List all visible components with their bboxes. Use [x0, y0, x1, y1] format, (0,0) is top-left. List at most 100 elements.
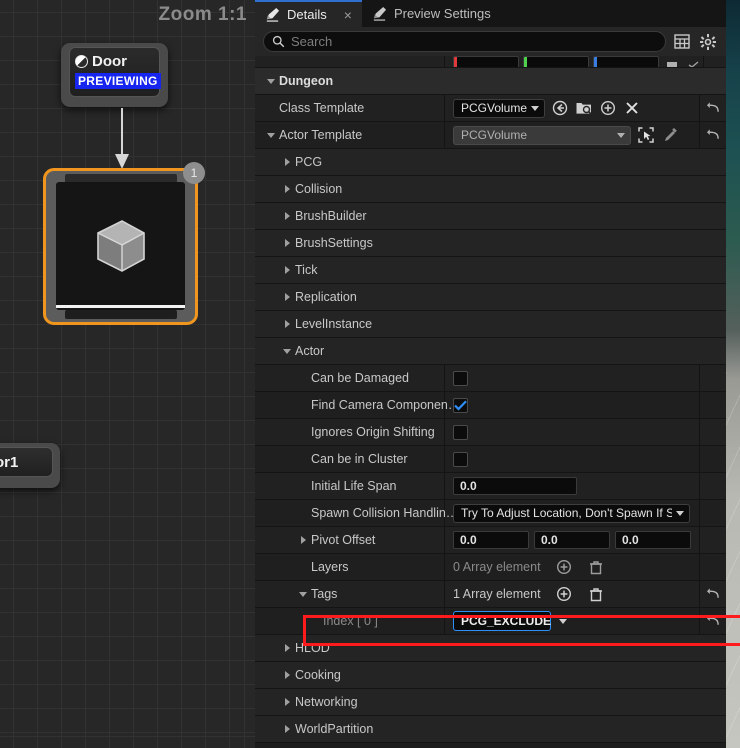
row-hlod[interactable]: HLOD	[255, 635, 726, 662]
row-tag-index-0[interactable]: Index [ 0 ] PCG_EXCLUDE	[255, 608, 726, 635]
chevron-down-icon[interactable]	[263, 132, 279, 138]
table-row-partial-vector[interactable]	[255, 56, 726, 68]
row-spawn-collision-handling[interactable]: Spawn Collision Handlin… Try To Adjust L…	[255, 500, 726, 527]
row-cooking[interactable]: Cooking	[255, 662, 726, 689]
pick-actor-icon[interactable]	[637, 126, 655, 144]
details-search-row: Search	[255, 27, 726, 56]
category-dungeon[interactable]: Dungeon	[255, 68, 726, 95]
tab-details[interactable]: Details ×	[255, 0, 362, 27]
eyedropper-icon[interactable]	[661, 126, 679, 144]
level-viewport-sliver[interactable]	[726, 0, 740, 748]
pivot-offset-z-input[interactable]: 0.0	[615, 531, 691, 549]
row-networking[interactable]: Networking	[255, 689, 726, 716]
find-camera-component-checkbox[interactable]	[453, 397, 468, 413]
browse-back-icon[interactable]	[551, 99, 569, 117]
add-icon[interactable]	[555, 558, 573, 576]
spawn-collision-handling-dropdown[interactable]: Try To Adjust Location, Don't Spawn If S…	[453, 503, 690, 523]
chevron-right-icon[interactable]	[279, 239, 295, 247]
graph-node-selected[interactable]: 1	[43, 162, 205, 325]
row-label: Class Template	[279, 101, 365, 115]
reset-to-default-button[interactable]	[699, 581, 726, 607]
previewing-badge: PREVIEWING	[75, 73, 161, 89]
chevron-right-icon[interactable]	[279, 293, 295, 301]
delete-trash-icon[interactable]	[587, 558, 605, 576]
initial-life-span-input[interactable]: 0.0	[453, 477, 577, 495]
chevron-right-icon[interactable]	[279, 185, 295, 193]
chevron-right-icon[interactable]	[279, 158, 295, 166]
chevron-right-icon[interactable]	[279, 266, 295, 274]
graph-node-door1[interactable]: Door1	[0, 443, 60, 488]
lock-ratio-icon[interactable]	[663, 56, 681, 67]
chevron-down-icon[interactable]	[295, 591, 311, 597]
row-tags[interactable]: Tags 1 Array element	[255, 581, 726, 608]
ignores-origin-shifting-checkbox[interactable]	[453, 424, 468, 440]
chevron-right-icon[interactable]	[279, 212, 295, 220]
row-pcg[interactable]: PCG	[255, 149, 726, 176]
close-icon[interactable]: ×	[344, 7, 352, 23]
row-worldpartition[interactable]: WorldPartition	[255, 716, 726, 743]
row-collision[interactable]: Collision	[255, 176, 726, 203]
column-view-icon[interactable]	[672, 32, 692, 52]
row-can-be-in-cluster[interactable]: Can be in Cluster	[255, 446, 726, 473]
chevron-down-icon	[531, 105, 540, 111]
category-label: Dungeon	[279, 74, 334, 88]
reset-arrow-icon	[706, 102, 719, 112]
chevron-right-icon[interactable]	[279, 698, 295, 706]
can-be-in-cluster-checkbox[interactable]	[453, 451, 468, 467]
search-input[interactable]: Search	[263, 31, 666, 52]
row-label: BrushSettings	[295, 236, 373, 250]
vector-y-field[interactable]	[523, 56, 589, 67]
vector-x-field[interactable]	[453, 56, 519, 67]
settings-gear-icon[interactable]	[698, 32, 718, 52]
class-template-dropdown[interactable]: PCGVolume	[453, 98, 545, 118]
chevron-down-icon	[617, 132, 625, 138]
row-find-camera-component[interactable]: Find Camera Componen…	[255, 392, 726, 419]
tab-preview-settings-label: Preview Settings	[393, 6, 491, 21]
vector-z-field[interactable]	[593, 56, 659, 67]
chevron-right-icon[interactable]	[279, 320, 295, 328]
reset-to-default-button[interactable]	[699, 95, 726, 121]
row-layers[interactable]: Layers 0 Array element	[255, 554, 726, 581]
row-class-template[interactable]: Class Template PCGVolume	[255, 95, 726, 122]
chevron-right-icon[interactable]	[279, 644, 295, 652]
chevron-right-icon[interactable]	[279, 725, 295, 733]
blueprint-graph-canvas[interactable]: Zoom 1:1 Door PREVIEWING 1 r1	[0, 0, 255, 748]
row-tick[interactable]: Tick	[255, 257, 726, 284]
pivot-offset-y-input[interactable]: 0.0	[534, 531, 610, 549]
graph-connection-arrow	[115, 108, 129, 169]
clear-x-icon[interactable]	[623, 99, 641, 117]
search-icon	[272, 35, 285, 48]
chevron-right-icon[interactable]	[279, 671, 295, 679]
reset-to-default-button[interactable]	[699, 608, 726, 634]
row-pivot-offset[interactable]: Pivot Offset 0.0 0.0 0.0	[255, 527, 726, 554]
delete-trash-icon[interactable]	[587, 585, 605, 603]
row-label: Replication	[295, 290, 357, 304]
chevron-right-icon[interactable]	[295, 536, 311, 544]
row-brushbuilder[interactable]: BrushBuilder	[255, 203, 726, 230]
add-icon[interactable]	[599, 99, 617, 117]
chevron-down-icon[interactable]	[263, 78, 279, 84]
browse-folder-icon[interactable]	[575, 99, 593, 117]
can-be-damaged-checkbox[interactable]	[453, 370, 468, 386]
row-can-be-damaged[interactable]: Can be Damaged	[255, 365, 726, 392]
tab-preview-settings[interactable]: Preview Settings	[362, 0, 501, 27]
graph-node-door[interactable]: Door PREVIEWING	[61, 43, 168, 107]
property-list[interactable]: Dungeon Class Template PCGVolume Actor T…	[255, 56, 726, 748]
row-ignores-origin-shifting[interactable]: Ignores Origin Shifting	[255, 419, 726, 446]
add-icon[interactable]	[555, 585, 573, 603]
tag-value-input[interactable]: PCG_EXCLUDE	[453, 611, 551, 631]
row-brushsettings[interactable]: BrushSettings	[255, 230, 726, 257]
reset-to-default-button[interactable]	[699, 122, 726, 148]
pivot-offset-x-input[interactable]: 0.0	[453, 531, 529, 549]
row-actor-group[interactable]: Actor	[255, 338, 726, 365]
actor-template-dropdown[interactable]: PCGVolume	[453, 125, 631, 145]
row-levelinstance[interactable]: LevelInstance	[255, 311, 726, 338]
row-label: Can be in Cluster	[311, 452, 408, 466]
chevron-down-icon[interactable]	[559, 618, 567, 624]
row-actor-template[interactable]: Actor Template PCGVolume	[255, 122, 726, 149]
row-replication[interactable]: Replication	[255, 284, 726, 311]
chevron-down-icon[interactable]	[279, 348, 295, 354]
reset-icon[interactable]	[685, 56, 703, 67]
panel-tab-bar: Details × Preview Settings	[255, 0, 726, 27]
row-initial-life-span[interactable]: Initial Life Span 0.0	[255, 473, 726, 500]
